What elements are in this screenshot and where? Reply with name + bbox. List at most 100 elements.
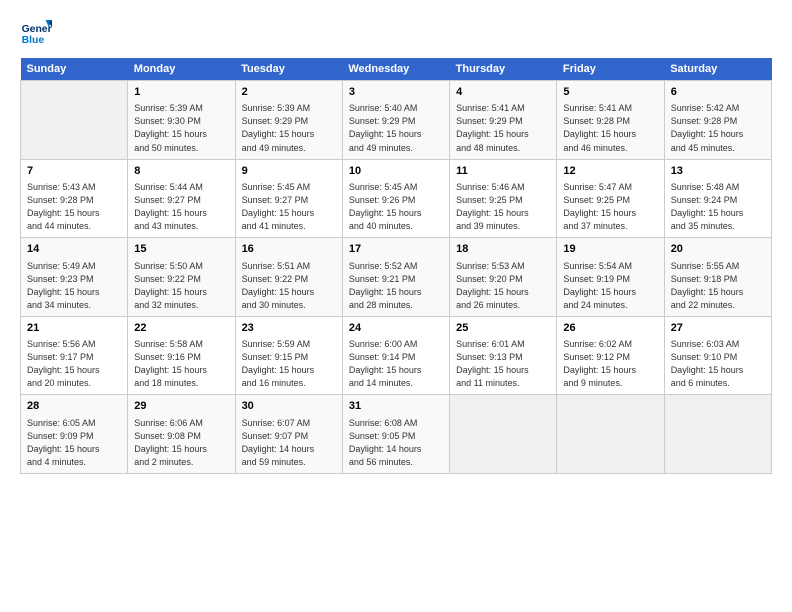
day-number: 30 bbox=[242, 399, 336, 414]
weekday-header-thursday: Thursday bbox=[450, 58, 557, 81]
day-info: Sunrise: 5:51 AM Sunset: 9:22 PM Dayligh… bbox=[242, 260, 336, 312]
day-info: Sunrise: 6:06 AM Sunset: 9:08 PM Dayligh… bbox=[134, 417, 228, 469]
calendar-cell: 24 Sunrise: 6:00 AM Sunset: 9:14 PM Dayli… bbox=[342, 316, 449, 395]
day-number: 7 bbox=[27, 164, 121, 179]
day-info: Sunrise: 5:42 AM Sunset: 9:28 PM Dayligh… bbox=[671, 102, 765, 154]
day-info: Sunrise: 5:44 AM Sunset: 9:27 PM Dayligh… bbox=[134, 181, 228, 233]
calendar-cell: 19 Sunrise: 5:54 AM Sunset: 9:19 PM Dayli… bbox=[557, 238, 664, 317]
weekday-header-saturday: Saturday bbox=[664, 58, 771, 81]
day-number: 9 bbox=[242, 164, 336, 179]
day-number: 28 bbox=[27, 399, 121, 414]
calendar-cell bbox=[557, 395, 664, 474]
svg-text:Blue: Blue bbox=[22, 35, 45, 46]
day-number: 22 bbox=[134, 321, 228, 336]
calendar-cell: 9 Sunrise: 5:45 AM Sunset: 9:27 PM Daylig… bbox=[235, 159, 342, 238]
day-info: Sunrise: 5:39 AM Sunset: 9:30 PM Dayligh… bbox=[134, 102, 228, 154]
day-number: 24 bbox=[349, 321, 443, 336]
day-info: Sunrise: 5:59 AM Sunset: 9:15 PM Dayligh… bbox=[242, 338, 336, 390]
day-number: 3 bbox=[349, 85, 443, 100]
day-info: Sunrise: 5:41 AM Sunset: 9:28 PM Dayligh… bbox=[563, 102, 657, 154]
day-info: Sunrise: 5:39 AM Sunset: 9:29 PM Dayligh… bbox=[242, 102, 336, 154]
calendar-cell: 14 Sunrise: 5:49 AM Sunset: 9:23 PM Dayli… bbox=[21, 238, 128, 317]
day-number: 25 bbox=[456, 321, 550, 336]
weekday-header-monday: Monday bbox=[128, 58, 235, 81]
day-number: 13 bbox=[671, 164, 765, 179]
day-number: 8 bbox=[134, 164, 228, 179]
day-number: 18 bbox=[456, 242, 550, 257]
day-number: 11 bbox=[456, 164, 550, 179]
calendar-cell: 8 Sunrise: 5:44 AM Sunset: 9:27 PM Daylig… bbox=[128, 159, 235, 238]
day-info: Sunrise: 5:55 AM Sunset: 9:18 PM Dayligh… bbox=[671, 260, 765, 312]
calendar-cell: 10 Sunrise: 5:45 AM Sunset: 9:26 PM Dayli… bbox=[342, 159, 449, 238]
day-info: Sunrise: 6:01 AM Sunset: 9:13 PM Dayligh… bbox=[456, 338, 550, 390]
day-info: Sunrise: 5:54 AM Sunset: 9:19 PM Dayligh… bbox=[563, 260, 657, 312]
calendar-cell: 29 Sunrise: 6:06 AM Sunset: 9:08 PM Dayli… bbox=[128, 395, 235, 474]
weekday-header-sunday: Sunday bbox=[21, 58, 128, 81]
calendar-cell: 5 Sunrise: 5:41 AM Sunset: 9:28 PM Daylig… bbox=[557, 81, 664, 160]
day-info: Sunrise: 6:03 AM Sunset: 9:10 PM Dayligh… bbox=[671, 338, 765, 390]
calendar-cell: 11 Sunrise: 5:46 AM Sunset: 9:25 PM Dayli… bbox=[450, 159, 557, 238]
day-number: 2 bbox=[242, 85, 336, 100]
calendar-cell: 27 Sunrise: 6:03 AM Sunset: 9:10 PM Dayli… bbox=[664, 316, 771, 395]
calendar-cell bbox=[450, 395, 557, 474]
calendar-table: SundayMondayTuesdayWednesdayThursdayFrid… bbox=[20, 58, 772, 474]
calendar-header: SundayMondayTuesdayWednesdayThursdayFrid… bbox=[21, 58, 772, 81]
calendar-cell: 23Sunrise: 5:59 AM Sunset: 9:15 PM Dayli… bbox=[235, 316, 342, 395]
svg-text:General: General bbox=[22, 24, 52, 35]
day-info: Sunrise: 6:07 AM Sunset: 9:07 PM Dayligh… bbox=[242, 417, 336, 469]
weekday-header-tuesday: Tuesday bbox=[235, 58, 342, 81]
day-number: 4 bbox=[456, 85, 550, 100]
day-info: Sunrise: 6:02 AM Sunset: 9:12 PM Dayligh… bbox=[563, 338, 657, 390]
day-info: Sunrise: 5:46 AM Sunset: 9:25 PM Dayligh… bbox=[456, 181, 550, 233]
calendar-cell: 3 Sunrise: 5:40 AM Sunset: 9:29 PM Daylig… bbox=[342, 81, 449, 160]
day-number: 10 bbox=[349, 164, 443, 179]
day-number: 31 bbox=[349, 399, 443, 414]
day-info: Sunrise: 5:45 AM Sunset: 9:27 PM Dayligh… bbox=[242, 181, 336, 233]
day-info: Sunrise: 5:43 AM Sunset: 9:28 PM Dayligh… bbox=[27, 181, 121, 233]
logo: General Blue bbox=[20, 16, 56, 48]
day-number: 20 bbox=[671, 242, 765, 257]
calendar-cell bbox=[21, 81, 128, 160]
day-info: Sunrise: 5:40 AM Sunset: 9:29 PM Dayligh… bbox=[349, 102, 443, 154]
calendar-cell: 13 Sunrise: 5:48 AM Sunset: 9:24 PM Dayli… bbox=[664, 159, 771, 238]
day-info: Sunrise: 6:00 AM Sunset: 9:14 PM Dayligh… bbox=[349, 338, 443, 390]
day-info: Sunrise: 5:47 AM Sunset: 9:25 PM Dayligh… bbox=[563, 181, 657, 233]
calendar-cell: 21 Sunrise: 5:56 AM Sunset: 9:17 PM Dayli… bbox=[21, 316, 128, 395]
day-info: Sunrise: 5:56 AM Sunset: 9:17 PM Dayligh… bbox=[27, 338, 121, 390]
logo-icon: General Blue bbox=[20, 16, 52, 48]
weekday-header-friday: Friday bbox=[557, 58, 664, 81]
day-number: 17 bbox=[349, 242, 443, 257]
day-info: Sunrise: 5:48 AM Sunset: 9:24 PM Dayligh… bbox=[671, 181, 765, 233]
calendar-cell: 7 Sunrise: 5:43 AM Sunset: 9:28 PM Daylig… bbox=[21, 159, 128, 238]
day-info: Sunrise: 5:45 AM Sunset: 9:26 PM Dayligh… bbox=[349, 181, 443, 233]
calendar-cell: 1 Sunrise: 5:39 AM Sunset: 9:30 PM Daylig… bbox=[128, 81, 235, 160]
day-number: 21 bbox=[27, 321, 121, 336]
day-number: 26 bbox=[563, 321, 657, 336]
day-number: 1 bbox=[134, 85, 228, 100]
day-number: 5 bbox=[563, 85, 657, 100]
day-number: 15 bbox=[134, 242, 228, 257]
calendar-cell: 30 Sunrise: 6:07 AM Sunset: 9:07 PM Dayli… bbox=[235, 395, 342, 474]
day-number: 27 bbox=[671, 321, 765, 336]
calendar-cell: 17Sunrise: 5:52 AM Sunset: 9:21 PM Dayli… bbox=[342, 238, 449, 317]
day-info: Sunrise: 6:05 AM Sunset: 9:09 PM Dayligh… bbox=[27, 417, 121, 469]
calendar-cell: 6 Sunrise: 5:42 AM Sunset: 9:28 PM Daylig… bbox=[664, 81, 771, 160]
calendar-cell: 4Sunrise: 5:41 AM Sunset: 9:29 PM Daylig… bbox=[450, 81, 557, 160]
day-info: Sunrise: 5:58 AM Sunset: 9:16 PM Dayligh… bbox=[134, 338, 228, 390]
calendar-cell: 22 Sunrise: 5:58 AM Sunset: 9:16 PM Dayli… bbox=[128, 316, 235, 395]
day-number: 19 bbox=[563, 242, 657, 257]
header: General Blue bbox=[20, 16, 772, 48]
day-info: Sunrise: 6:08 AM Sunset: 9:05 PM Dayligh… bbox=[349, 417, 443, 469]
calendar-cell: 16 Sunrise: 5:51 AM Sunset: 9:22 PM Dayli… bbox=[235, 238, 342, 317]
day-number: 14 bbox=[27, 242, 121, 257]
calendar-cell: 20 Sunrise: 5:55 AM Sunset: 9:18 PM Dayli… bbox=[664, 238, 771, 317]
calendar-cell: 12 Sunrise: 5:47 AM Sunset: 9:25 PM Dayli… bbox=[557, 159, 664, 238]
weekday-header-wednesday: Wednesday bbox=[342, 58, 449, 81]
day-number: 12 bbox=[563, 164, 657, 179]
calendar-cell: 28 Sunrise: 6:05 AM Sunset: 9:09 PM Dayli… bbox=[21, 395, 128, 474]
day-info: Sunrise: 5:49 AM Sunset: 9:23 PM Dayligh… bbox=[27, 260, 121, 312]
calendar-cell: 18Sunrise: 5:53 AM Sunset: 9:20 PM Dayli… bbox=[450, 238, 557, 317]
day-number: 16 bbox=[242, 242, 336, 257]
day-number: 6 bbox=[671, 85, 765, 100]
day-number: 29 bbox=[134, 399, 228, 414]
